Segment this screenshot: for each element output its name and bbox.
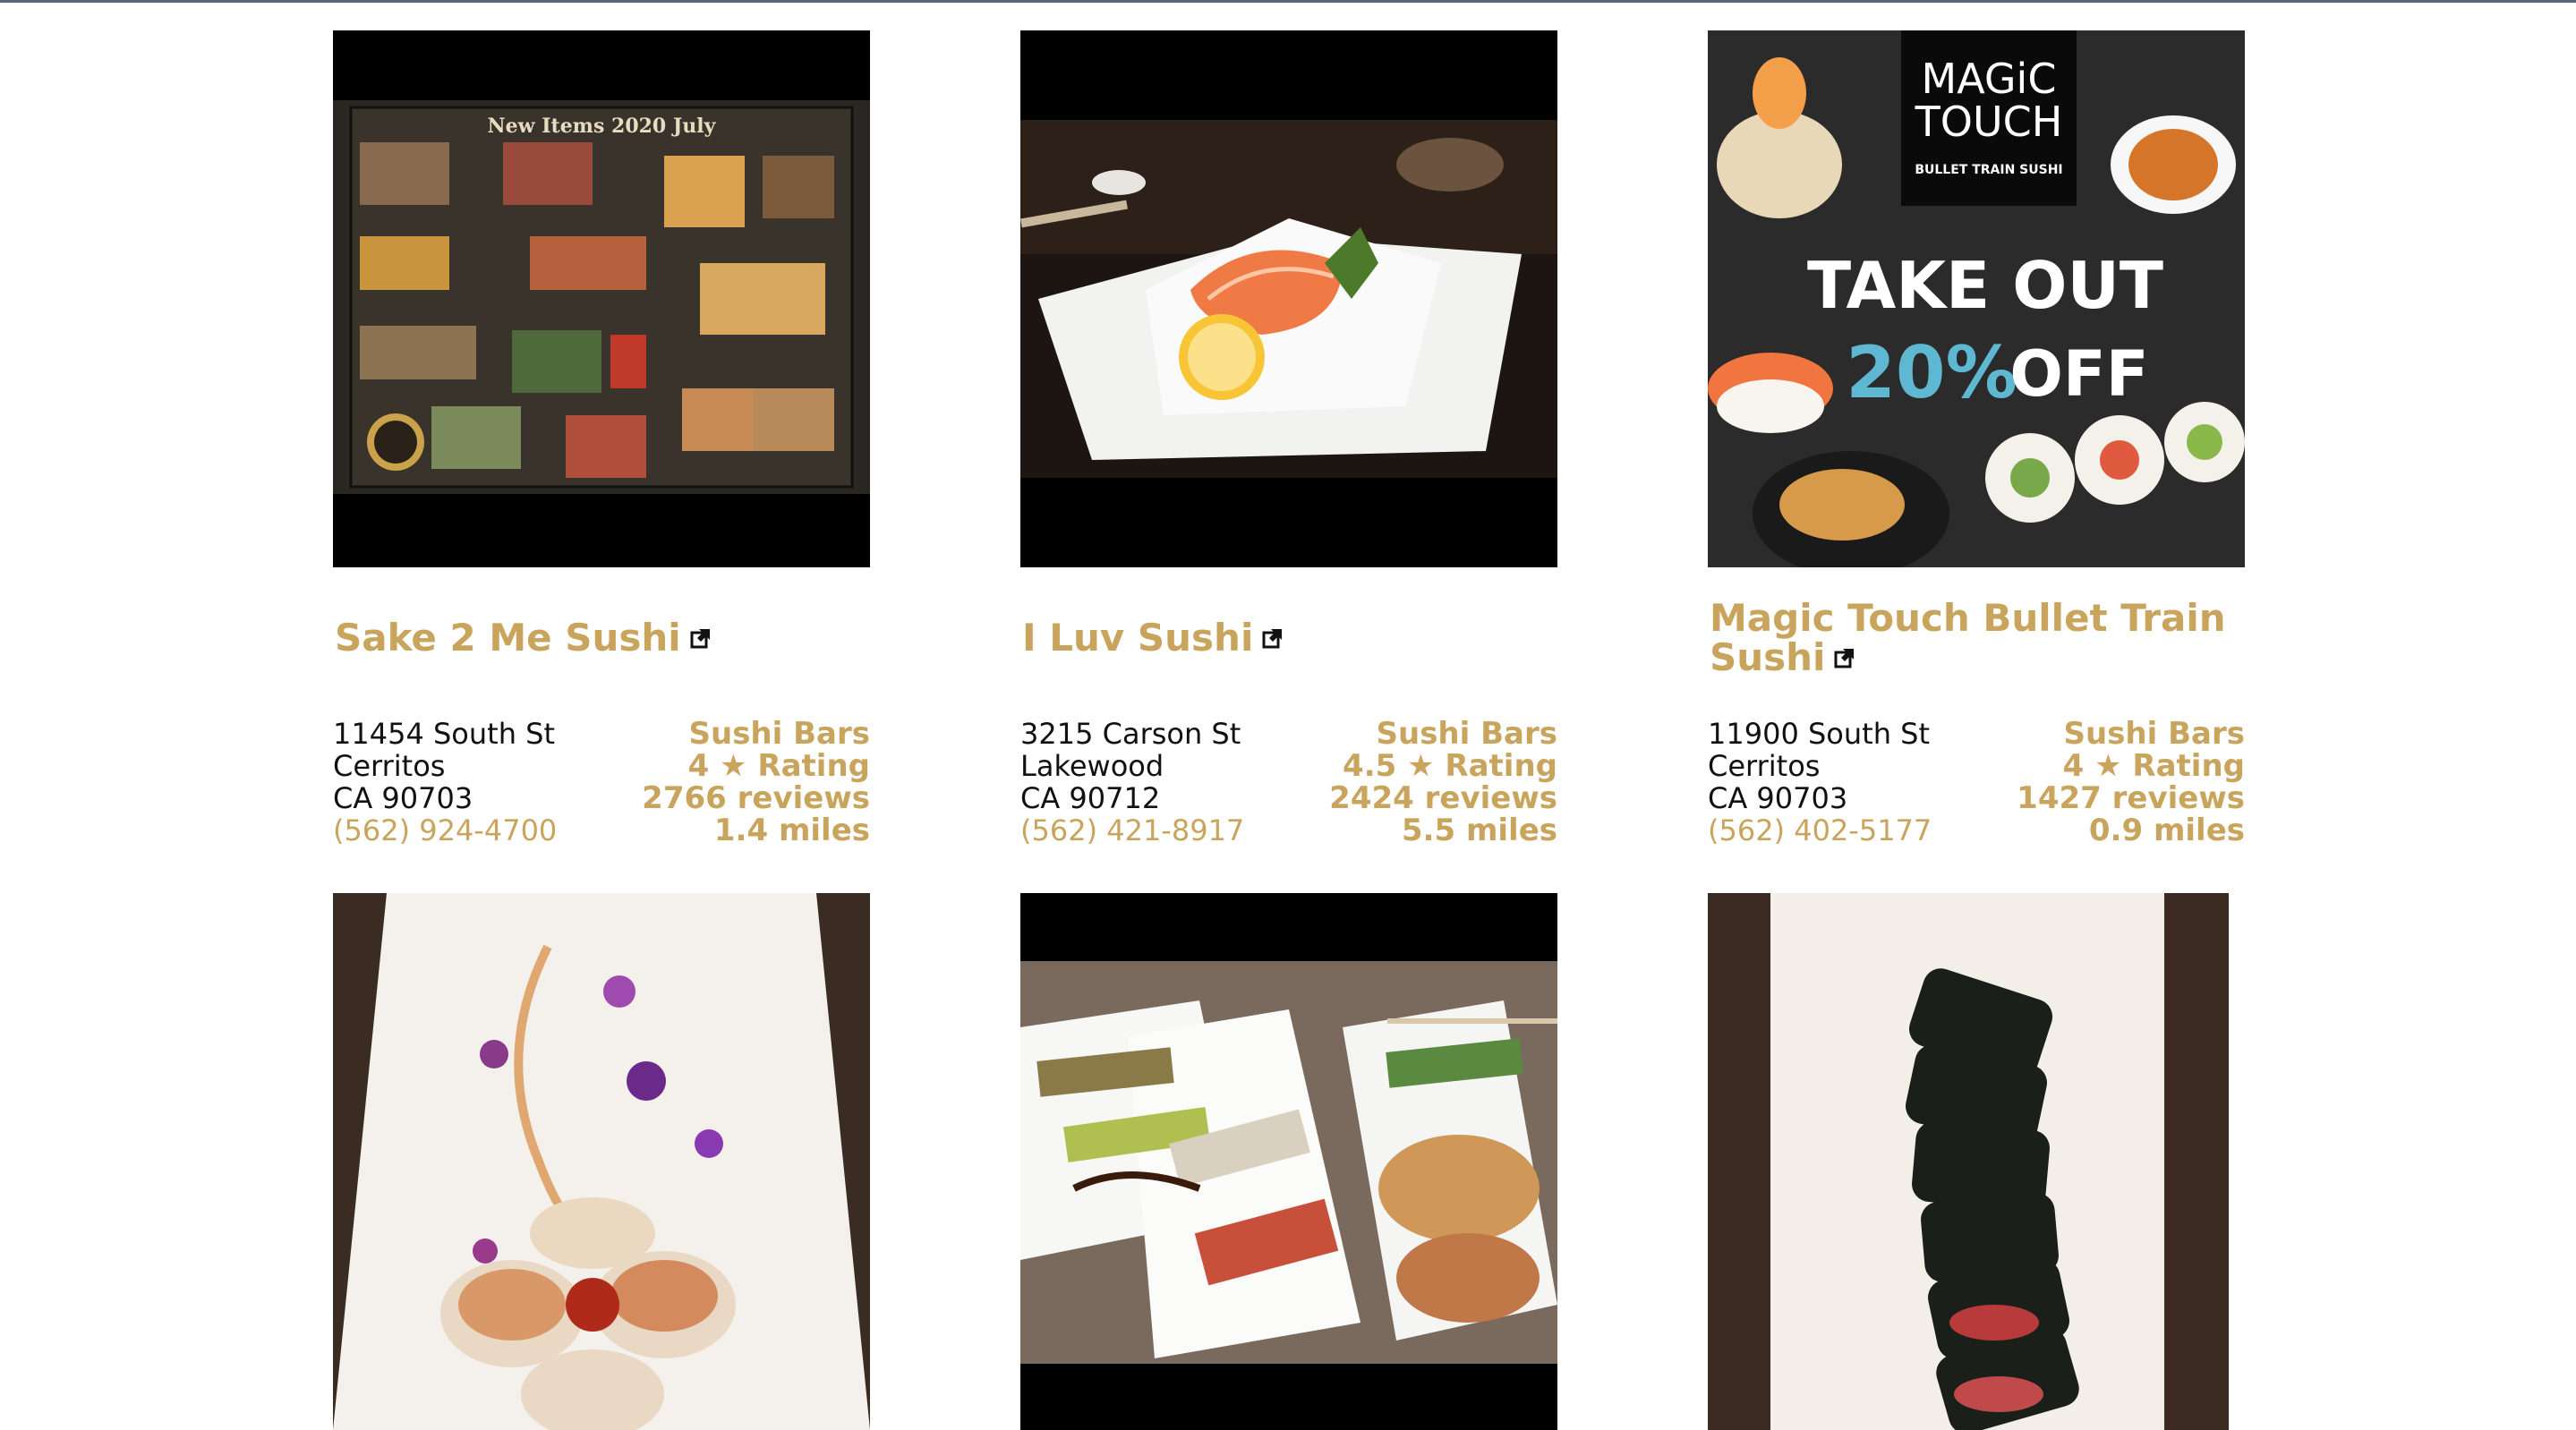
category: Sushi Bars (688, 716, 871, 752)
distance: 1.4 miles (713, 813, 870, 848)
rating: 4 ★ Rating (687, 748, 870, 784)
restaurant-photo[interactable] (333, 893, 870, 1430)
review-count: 2766 reviews (642, 780, 870, 816)
logo-sub: BULLET TRAIN SUSHI (1915, 163, 2062, 177)
top-border (0, 0, 2576, 3)
restaurant-name-link[interactable]: Magic Touch Bullet Train Sushi (1710, 600, 2247, 677)
rating: 4 ★ Rating (2062, 748, 2245, 784)
city: Cerritos (1708, 749, 1821, 783)
restaurant-card: MAGiC TOUCH BULLET TRAIN SUSHI TAKE OUT … (1708, 30, 2245, 847)
city: Cerritos (333, 749, 446, 783)
promo-photo-icon: MAGiC TOUCH BULLET TRAIN SUSHI TAKE OUT … (1708, 30, 2245, 567)
sushi-plate-photo-icon (333, 893, 870, 1430)
category: Sushi Bars (2063, 716, 2246, 752)
rating: 4.5 ★ Rating (1343, 748, 1557, 784)
restaurant-photo[interactable] (1020, 893, 1557, 1430)
restaurant-name: Sake 2 Me Sushi (335, 616, 681, 660)
phone-link[interactable]: (562) 402-5177 (1708, 814, 1932, 847)
street: 3215 Carson St (1020, 717, 1241, 751)
phone-link[interactable]: (562) 421-8917 (1020, 814, 1244, 847)
restaurant-name-line2: Sushi (1710, 635, 1826, 679)
restaurant-card (1020, 893, 1557, 1430)
promo-line1: TAKE OUT (1807, 248, 2163, 323)
restaurant-name: I Luv Sushi (1022, 616, 1254, 660)
meta-block: Sushi Bars 4 ★ Rating 1427 reviews 0.9 m… (2017, 718, 2245, 847)
restaurant-photo[interactable]: New Items 2020 July (333, 30, 870, 567)
category: Sushi Bars (1376, 716, 1558, 752)
sushi-rolls-table-photo-icon (1020, 893, 1557, 1430)
phone-link[interactable]: (562) 924-4700 (333, 814, 557, 847)
sashimi-photo-icon (1020, 30, 1557, 567)
review-count: 1427 reviews (2017, 780, 2245, 816)
promo-off: OFF (2009, 337, 2148, 411)
logo-line1: MAGiC (1922, 55, 2057, 103)
restaurant-card (333, 893, 870, 1430)
external-link-icon (1834, 637, 1855, 668)
address-block: 11900 South St Cerritos CA 90703 (562) 4… (1708, 718, 1932, 847)
state-zip: CA 90703 (333, 781, 473, 815)
review-count: 2424 reviews (1329, 780, 1557, 816)
restaurant-card: I Luv Sushi 3215 Carson St Lakewood CA 9… (1020, 30, 1557, 847)
restaurant-photo[interactable]: MAGiC TOUCH BULLET TRAIN SUSHI TAKE OUT … (1708, 30, 2245, 567)
restaurant-card: New Items 2020 July Sake 2 Me Sushi 1145… (333, 30, 870, 847)
meta-block: Sushi Bars 4 ★ Rating 2766 reviews 1.4 m… (642, 718, 870, 847)
external-link-icon (1262, 617, 1284, 649)
external-link-icon (690, 617, 712, 649)
address-block: 11454 South St Cerritos CA 90703 (562) 9… (333, 718, 557, 847)
restaurant-photo[interactable] (1708, 893, 2245, 1430)
restaurant-name-line1: Magic Touch Bullet Train (1710, 596, 2226, 640)
address-block: 3215 Carson St Lakewood CA 90712 (562) 4… (1020, 718, 1244, 847)
meta-block: Sushi Bars 4.5 ★ Rating 2424 reviews 5.5… (1329, 718, 1557, 847)
state-zip: CA 90703 (1708, 781, 1848, 815)
distance: 0.9 miles (2088, 813, 2245, 848)
street: 11900 South St (1708, 717, 1930, 751)
city: Lakewood (1020, 749, 1164, 783)
restaurant-photo[interactable] (1020, 30, 1557, 567)
street: 11454 South St (333, 717, 555, 751)
nori-roll-photo-icon (1708, 893, 2245, 1430)
restaurant-name-link[interactable]: I Luv Sushi (1022, 617, 1559, 657)
menu-photo-icon: New Items 2020 July (333, 30, 870, 567)
logo-line2: TOUCH (1915, 98, 2063, 146)
distance: 5.5 miles (1401, 813, 1557, 848)
state-zip: CA 90712 (1020, 781, 1161, 815)
promo-percent: 20% (1846, 331, 2017, 414)
restaurant-card (1708, 893, 2245, 1430)
menu-header-text: New Items 2020 July (488, 115, 717, 138)
restaurant-name-link[interactable]: Sake 2 Me Sushi (335, 617, 872, 657)
